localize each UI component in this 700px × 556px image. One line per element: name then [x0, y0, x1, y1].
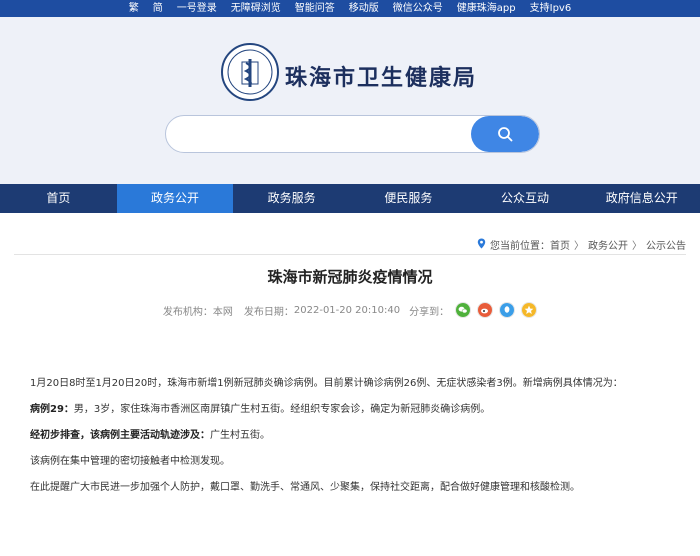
main-nav: 首页 政务公开 政务服务 便民服务 公众互动 政府信息公开 — [0, 184, 700, 213]
search-box — [165, 115, 540, 153]
date-value: 2022-01-20 20:10:40 — [293, 304, 401, 316]
link-smart-qa[interactable]: 智能问答 — [295, 0, 335, 17]
article-meta: 发布机构： 本网 发布日期： 2022-01-20 20:10:40 分享到： — [0, 302, 700, 318]
weibo-icon[interactable] — [477, 302, 494, 318]
trajectory-label: 经初步排查，该病例主要活动轨迹涉及： — [30, 430, 210, 441]
top-utility-bar: 繁 简 一号登录 无障碍浏览 智能问答 移动版 微信公众号 健康珠海app 支持… — [0, 0, 700, 17]
breadcrumb-separator: 〉 — [574, 241, 584, 252]
link-mobile[interactable]: 移动版 — [349, 0, 379, 17]
breadcrumb: 您当前位置： 首页 〉 政务公开 〉 公示公告 — [477, 237, 686, 252]
breadcrumb-home[interactable]: 首页 — [550, 237, 570, 252]
article-body: 1月20日8时至1月20日20时，珠海市新增1例新冠肺炎确诊病例。目前累计确诊病… — [30, 376, 680, 506]
nav-interaction[interactable]: 公众互动 — [467, 184, 584, 213]
breadcrumb-announcements[interactable]: 公示公告 — [646, 237, 686, 252]
nav-info-disclosure[interactable]: 政府信息公开 — [583, 184, 700, 213]
article-paragraph-1: 1月20日8时至1月20日20时，珠海市新增1例新冠肺炎确诊病例。目前累计确诊病… — [30, 378, 623, 389]
trajectory-detail: 广生村五街。 — [210, 430, 270, 441]
site-title: 珠海市卫生健康局 — [285, 66, 478, 91]
site-logo-emblem[interactable] — [221, 43, 279, 101]
search-icon — [498, 127, 513, 142]
article-title: 珠海市新冠肺炎疫情情况 — [267, 268, 433, 286]
nav-public-services[interactable]: 便民服务 — [350, 184, 467, 213]
case-label: 病例29： — [30, 404, 74, 415]
search-input[interactable] — [166, 116, 471, 152]
nav-gov-services[interactable]: 政务服务 — [233, 184, 350, 213]
article-paragraph-3: 经初步排查，该病例主要活动轨迹涉及：广生村五街。 — [30, 428, 680, 444]
link-accessibility[interactable]: 无障碍浏览 — [231, 0, 281, 17]
qq-icon[interactable] — [499, 302, 516, 318]
search-button[interactable] — [471, 116, 539, 152]
location-pin-icon — [477, 238, 486, 252]
nav-home[interactable]: 首页 — [0, 184, 117, 213]
breadcrumb-gov-affairs-open[interactable]: 政务公开 — [588, 237, 628, 252]
article-paragraph-2: 病例29：男，3岁，家住珠海市香洲区南屏镇广生村五街。经组织专家会诊，确定为新冠… — [30, 402, 680, 418]
link-login[interactable]: 一号登录 — [177, 0, 217, 17]
divider — [14, 254, 686, 255]
link-ipv6[interactable]: 支持Ipv6 — [530, 0, 572, 17]
qzone-icon[interactable] — [521, 302, 538, 318]
article-paragraph-5: 在此提醒广大市民进一步加强个人防护，戴口罩、勤洗手、常通风、少聚集，保持社交距离… — [30, 482, 580, 493]
link-wechat[interactable]: 微信公众号 — [393, 0, 443, 17]
link-traditional[interactable]: 繁 — [129, 0, 139, 17]
wechat-icon[interactable] — [455, 302, 472, 318]
link-app[interactable]: 健康珠海app — [457, 0, 516, 17]
article-paragraph-4: 该病例在集中管理的密切接触者中检测发现。 — [30, 456, 230, 467]
date-label: 发布日期： — [243, 306, 294, 318]
case-detail: 男，3岁，家住珠海市香洲区南屏镇广生村五街。经组织专家会诊，确定为新冠肺炎确诊病… — [73, 404, 491, 415]
breadcrumb-separator: 〉 — [632, 241, 642, 252]
publisher-value: 本网 — [212, 306, 233, 318]
share-label: 分享到： — [409, 306, 450, 318]
link-simplified[interactable]: 简 — [153, 0, 163, 17]
publisher-label: 发布机构： — [162, 306, 213, 318]
breadcrumb-prefix: 您当前位置： — [490, 241, 550, 252]
emblem-icon — [227, 49, 273, 95]
nav-gov-affairs-open[interactable]: 政务公开 — [116, 184, 234, 213]
site-header: 珠海市卫生健康局 — [0, 17, 700, 184]
